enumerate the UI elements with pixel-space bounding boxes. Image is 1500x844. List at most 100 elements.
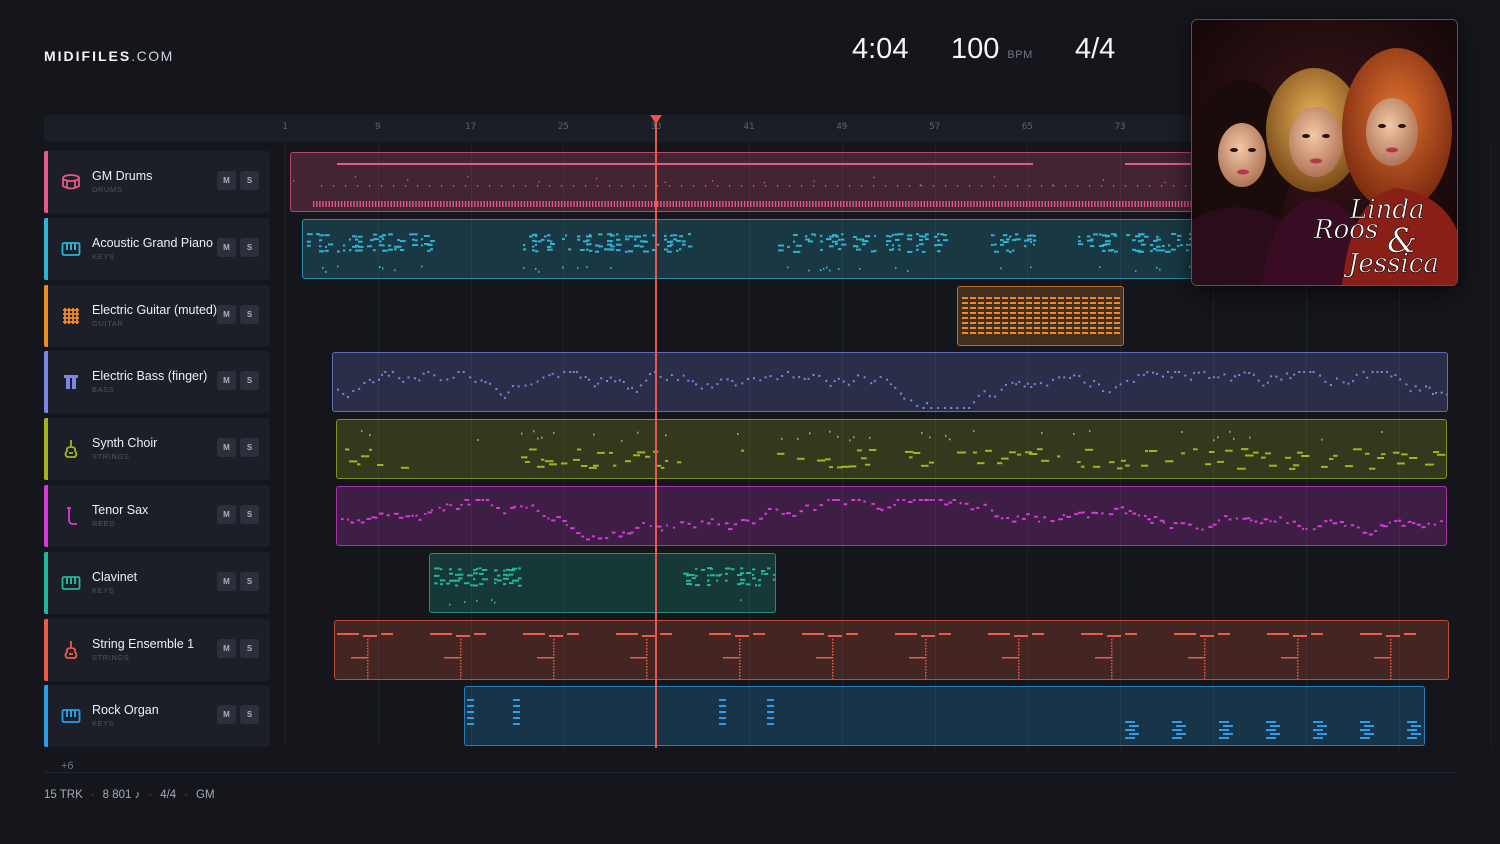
track-header[interactable]: GM Drums DRUMS M S: [44, 151, 270, 213]
track-color-stripe: [44, 618, 48, 681]
mute-button[interactable]: M: [217, 237, 236, 257]
track-color-stripe: [44, 217, 48, 280]
track-color-stripe: [44, 351, 48, 414]
clip-notes: [337, 371, 1447, 410]
track-name: Rock Organ: [92, 703, 159, 718]
track-name: Clavinet: [92, 569, 138, 584]
track-category: KEYS: [92, 251, 115, 261]
track-category: REED: [92, 519, 116, 528]
mute-button[interactable]: M: [217, 304, 236, 324]
clip-notes: [341, 499, 1443, 541]
drum-icon: [60, 171, 82, 193]
solo-button[interactable]: S: [240, 638, 259, 658]
clip-notes: [467, 699, 1421, 740]
solo-button[interactable]: S: [240, 304, 259, 324]
clip-notes: [962, 296, 1120, 334]
ruler-bar-label: 65: [1021, 122, 1033, 132]
ruler-bar-label: 57: [929, 122, 941, 132]
tempo-display: 100 BPM: [951, 33, 1033, 66]
ruler-bar-label: 73: [1114, 122, 1126, 132]
solo-button[interactable]: S: [240, 371, 259, 391]
midi-clip[interactable]: [332, 352, 1448, 413]
footer-divider: [44, 772, 1456, 773]
track-color-stripe: [44, 151, 48, 213]
bar-grid-line: [285, 142, 286, 748]
ruler-bar-label: 17: [465, 122, 477, 132]
track-color-stripe: [44, 551, 48, 614]
track-header[interactable]: Tenor Sax REED M S: [44, 485, 270, 547]
ruler-bar-label: 41: [743, 122, 755, 132]
track-category: STRINGS: [92, 652, 130, 662]
track-header[interactable]: Rock Organ KEYS M S: [44, 685, 270, 748]
track-header[interactable]: Acoustic Grand Piano KEYS M S: [44, 217, 270, 280]
mute-button[interactable]: M: [217, 705, 236, 725]
mute-button[interactable]: M: [217, 571, 236, 591]
logo-wordmark: MIDIFILES: [44, 48, 132, 64]
song-duration: 4:04: [852, 33, 909, 65]
mute-button[interactable]: M: [217, 505, 236, 524]
track-color-stripe: [44, 284, 48, 347]
mute-button[interactable]: M: [217, 638, 236, 658]
bar-grid-line: [1491, 142, 1493, 748]
track-category: KEYS: [92, 719, 115, 729]
track-header[interactable]: Electric Bass (finger) BASS M S: [44, 351, 270, 414]
track-name: Electric Bass (finger): [92, 369, 208, 384]
track-header[interactable]: Electric Guitar (muted) GUITAR M S: [44, 284, 270, 347]
album-cover-art: Linda Roos & Jessica: [1192, 20, 1457, 285]
solo-button[interactable]: S: [240, 171, 259, 190]
ruler-bar-label: 49: [836, 122, 848, 132]
track-name: Tenor Sax: [92, 503, 149, 517]
midi-clip[interactable]: [336, 486, 1447, 546]
track-color-stripe: [44, 418, 48, 481]
midi-clip[interactable]: [957, 285, 1124, 346]
ruler-bar-label: 1: [282, 122, 288, 132]
track-header[interactable]: String Ensemble 1 STRINGS M S: [44, 618, 270, 681]
footer-time-signature: 4/4: [160, 789, 177, 801]
playhead[interactable]: [655, 118, 657, 748]
file-summary: 15 TRK · 8 801 ♪ · 4/4 · GM: [44, 789, 215, 801]
ruler-bar-label: 9: [375, 122, 381, 132]
piano-keys-icon: [60, 238, 82, 260]
note-count: 8 801 ♪: [102, 789, 141, 801]
track-name: GM Drums: [92, 169, 153, 183]
midi-clip[interactable]: [429, 552, 776, 613]
site-logo[interactable]: MIDIFILES.COM: [44, 48, 174, 64]
track-count: 15 TRK: [44, 789, 83, 801]
guitar-fretboard-icon: [60, 305, 82, 327]
solo-button[interactable]: S: [240, 438, 259, 458]
solo-button[interactable]: S: [240, 237, 259, 257]
track-name: String Ensemble 1: [92, 636, 195, 651]
piano-keys-icon: [60, 572, 82, 594]
time-signature: 4/4: [1075, 33, 1116, 65]
mute-button[interactable]: M: [217, 438, 236, 458]
solo-button[interactable]: S: [240, 571, 259, 591]
midi-clip[interactable]: [336, 419, 1447, 480]
midi-clip[interactable]: [464, 686, 1425, 747]
mute-button[interactable]: M: [217, 171, 236, 190]
solo-button[interactable]: S: [240, 705, 259, 725]
track-category: DRUMS: [92, 185, 123, 194]
track-name: Electric Guitar (muted): [92, 302, 218, 317]
clip-notes: [337, 632, 1416, 679]
midi-clip[interactable]: [334, 619, 1449, 680]
track-category: BASS: [92, 385, 115, 395]
midi-standard: GM: [196, 789, 215, 801]
album-cover: Linda Roos & Jessica: [1191, 19, 1458, 286]
more-tracks-count[interactable]: +6: [61, 760, 74, 772]
mute-button[interactable]: M: [217, 371, 236, 391]
track-name: Synth Choir: [92, 436, 158, 451]
track-name: Acoustic Grand Piano: [92, 235, 213, 250]
playhead-marker[interactable]: [650, 115, 662, 124]
saxophone-icon: [60, 505, 82, 527]
bass-icon: [60, 371, 82, 393]
clip-notes: [434, 566, 775, 606]
album-title-line2: Roos: [1313, 215, 1378, 245]
piano-keys-icon: [60, 705, 82, 727]
track-header[interactable]: Synth Choir STRINGS M S: [44, 418, 270, 481]
solo-button[interactable]: S: [240, 505, 259, 524]
track-category: GUITAR: [92, 318, 124, 328]
track-color-stripe: [44, 485, 48, 547]
track-category: STRINGS: [92, 452, 130, 462]
track-header[interactable]: Clavinet KEYS M S: [44, 551, 270, 614]
violin-icon: [60, 639, 82, 661]
